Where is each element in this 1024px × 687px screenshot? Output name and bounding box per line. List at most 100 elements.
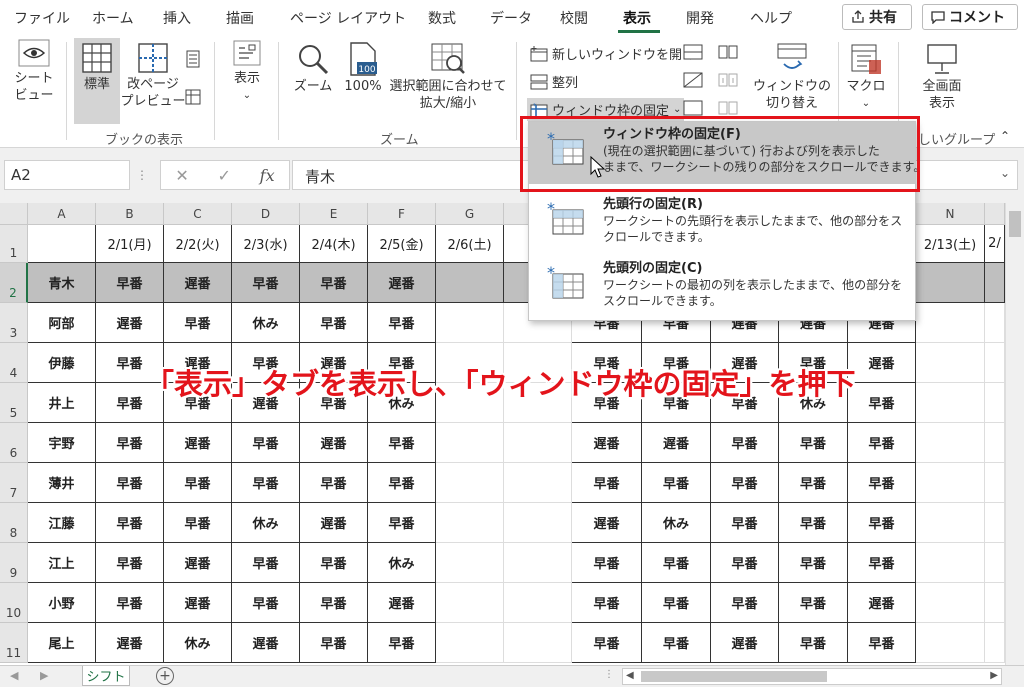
hscroll-thumb[interactable] xyxy=(641,671,827,682)
row-header[interactable]: 10 xyxy=(0,583,28,623)
shift-cell[interactable]: 早番 xyxy=(232,543,300,583)
shift-cell[interactable]: 早番 xyxy=(300,263,368,303)
row-header[interactable]: 4 xyxy=(0,343,28,383)
next-sheet-icon[interactable]: ▶ xyxy=(40,669,48,682)
normal-view-button[interactable]: 標準 xyxy=(74,38,120,124)
shift-cell[interactable]: 早番 xyxy=(711,583,779,623)
shift-cell[interactable]: 遅番 xyxy=(232,623,300,663)
comments-button[interactable]: コメント xyxy=(922,4,1018,30)
page-break-preview-button[interactable]: 改ページ プレビュー xyxy=(121,42,186,110)
shift-cell[interactable]: 早番 xyxy=(848,463,916,503)
name-cell[interactable]: 小野 xyxy=(28,583,96,623)
cancel-icon[interactable]: ✕ xyxy=(175,166,188,185)
shift-cell[interactable]: 早番 xyxy=(96,263,164,303)
column-header[interactable]: G xyxy=(436,203,504,225)
name-cell[interactable]: 井上 xyxy=(28,383,96,423)
shift-cell[interactable]: 遅番 xyxy=(96,623,164,663)
empty-cell[interactable] xyxy=(916,263,985,303)
show-button[interactable]: 表示 ⌄ xyxy=(224,38,270,104)
name-box-dropdown-icon[interactable]: ⋮ xyxy=(136,168,148,182)
macros-button[interactable]: マクロ ⌄ xyxy=(844,42,888,112)
empty-cell[interactable] xyxy=(985,263,1005,303)
shift-cell[interactable]: 早番 xyxy=(96,423,164,463)
shift-cell[interactable]: 早番 xyxy=(300,583,368,623)
tab-formulas[interactable]: 数式 xyxy=(428,8,456,28)
tab-help[interactable]: ヘルプ xyxy=(750,8,792,28)
shift-cell[interactable]: 遅番 xyxy=(164,423,232,463)
page-layout-icon-button[interactable] xyxy=(184,50,202,68)
shift-cell[interactable]: 早番 xyxy=(368,623,436,663)
shift-cell[interactable]: 早番 xyxy=(711,503,779,543)
shift-cell[interactable]: 休み xyxy=(642,503,711,543)
shift-cell[interactable]: 早番 xyxy=(848,543,916,583)
zoom-to-selection-button[interactable]: 選択範囲に合わせて 拡大/縮小 xyxy=(388,42,508,112)
empty-cell[interactable] xyxy=(985,423,1005,463)
shift-cell[interactable]: 早番 xyxy=(572,463,642,503)
shift-cell[interactable]: 早番 xyxy=(368,423,436,463)
sheet-view-button[interactable]: シート ビュー xyxy=(10,38,58,104)
shift-cell[interactable]: 早番 xyxy=(572,623,642,663)
shift-cell[interactable]: 遅番 xyxy=(848,583,916,623)
tab-developer[interactable]: 開発 xyxy=(686,8,714,28)
shift-cell[interactable]: 遅番 xyxy=(164,263,232,303)
empty-cell[interactable] xyxy=(436,463,504,503)
tab-page-layout[interactable]: ページ レイアウト xyxy=(290,8,406,28)
fullscreen-button[interactable]: 全画面 表示 xyxy=(912,42,972,112)
split-button[interactable] xyxy=(683,44,703,60)
shift-cell[interactable]: 早番 xyxy=(300,463,368,503)
date-cell[interactable]: 2/6(土) xyxy=(436,225,504,263)
tab-home[interactable]: ホーム xyxy=(92,8,134,28)
scroll-thumb[interactable] xyxy=(1009,211,1021,237)
empty-cell[interactable] xyxy=(436,623,504,663)
empty-cell[interactable] xyxy=(916,503,985,543)
row-header[interactable]: 1 xyxy=(0,225,28,263)
row-header[interactable]: 9 xyxy=(0,543,28,583)
column-header[interactable]: B xyxy=(96,203,164,225)
date-cell[interactable]: 2/3(水) xyxy=(232,225,300,263)
date-cell[interactable]: 2/5(金) xyxy=(368,225,436,263)
column-header[interactable]: E xyxy=(300,203,368,225)
shift-cell[interactable]: 遅番 xyxy=(300,503,368,543)
zoom-100-button[interactable]: 100 100% xyxy=(340,42,386,95)
select-all-corner[interactable] xyxy=(0,203,28,225)
empty-cell[interactable] xyxy=(916,343,985,383)
row-header[interactable]: 6 xyxy=(0,423,28,463)
column-header[interactable]: F xyxy=(368,203,436,225)
shift-cell[interactable]: 早番 xyxy=(848,623,916,663)
row-header[interactable]: 7 xyxy=(0,463,28,503)
empty-cell[interactable] xyxy=(916,423,985,463)
arrange-button[interactable]: 整列 xyxy=(530,72,578,91)
shift-cell[interactable]: 早番 xyxy=(848,423,916,463)
shift-cell[interactable]: 遅番 xyxy=(96,303,164,343)
shift-cell[interactable]: 早番 xyxy=(572,583,642,623)
shift-cell[interactable]: 早番 xyxy=(96,543,164,583)
name-cell[interactable]: 江上 xyxy=(28,543,96,583)
shift-cell[interactable]: 遅番 xyxy=(164,543,232,583)
shift-cell[interactable]: 早番 xyxy=(96,503,164,543)
empty-cell[interactable] xyxy=(916,583,985,623)
switch-windows-button[interactable]: ウィンドウの 切り替え xyxy=(752,42,832,112)
shift-cell[interactable]: 早番 xyxy=(232,263,300,303)
date-cell[interactable]: 2/13(土) xyxy=(916,225,985,263)
vertical-scrollbar[interactable] xyxy=(1005,203,1024,665)
shift-cell[interactable]: 早番 xyxy=(300,303,368,343)
shift-cell[interactable]: 早番 xyxy=(232,463,300,503)
shift-cell[interactable]: 早番 xyxy=(642,623,711,663)
name-cell[interactable]: 阿部 xyxy=(28,303,96,343)
shift-cell[interactable]: 早番 xyxy=(96,583,164,623)
collapse-ribbon-button[interactable]: ⌃ xyxy=(1000,129,1010,143)
shift-cell[interactable]: 早番 xyxy=(300,543,368,583)
horizontal-scrollbar[interactable]: ◀ ▶ xyxy=(622,668,1002,685)
empty-cell[interactable] xyxy=(436,423,504,463)
sync-scroll-button[interactable] xyxy=(718,72,738,88)
name-cell[interactable]: 青木 xyxy=(28,263,96,303)
date-cell[interactable] xyxy=(28,225,96,263)
shift-cell[interactable]: 早番 xyxy=(779,583,848,623)
shift-cell[interactable]: 早番 xyxy=(642,583,711,623)
unhide-button[interactable] xyxy=(683,100,703,116)
shift-cell[interactable]: 早番 xyxy=(164,503,232,543)
shift-cell[interactable]: 早番 xyxy=(848,383,916,423)
enter-icon[interactable]: ✓ xyxy=(218,166,231,185)
empty-cell[interactable] xyxy=(985,303,1005,343)
shift-cell[interactable]: 早番 xyxy=(779,543,848,583)
